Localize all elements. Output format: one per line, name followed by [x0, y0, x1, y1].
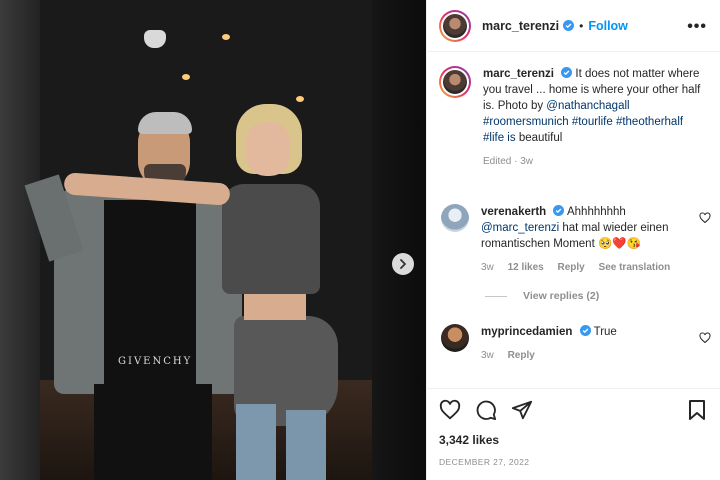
comment-mention[interactable]: @marc_terenzi — [481, 222, 559, 234]
door-frame — [372, 0, 426, 480]
woman-top — [222, 184, 320, 294]
heart-icon[interactable] — [439, 399, 461, 421]
wall — [0, 0, 40, 480]
comment-icon[interactable] — [475, 399, 497, 421]
post-header: marc_terenzi • Follow ••• — [427, 0, 720, 52]
verified-badge-icon — [563, 20, 575, 31]
caption-mention[interactable]: @nathanchagall — [546, 100, 629, 112]
avatar[interactable] — [441, 204, 469, 232]
verified-badge-icon — [579, 325, 591, 336]
caption-username[interactable]: marc_terenzi — [483, 68, 554, 80]
likes-count[interactable]: 3,342 likes — [439, 433, 499, 447]
caption: marc_terenzi It does not matter where yo… — [439, 66, 703, 170]
avatar[interactable] — [439, 9, 471, 42]
comment: verenakerth Ahhhhhhhh @marc_terenzi hat … — [439, 204, 701, 276]
bookmark-icon[interactable] — [687, 399, 707, 421]
post-date: DECEMBER 27, 2022 — [439, 457, 530, 467]
action-icons — [439, 399, 547, 421]
post-photo[interactable]: GIVENCHY — [0, 0, 426, 480]
chevron-right-icon — [400, 259, 406, 269]
ceiling-light — [222, 34, 230, 40]
comment-time: 3w — [481, 350, 494, 361]
header-username[interactable]: marc_terenzi — [482, 19, 559, 33]
share-icon[interactable] — [511, 399, 533, 421]
follow-button[interactable]: Follow — [588, 19, 628, 33]
heart-icon[interactable] — [699, 332, 711, 344]
comment-time: 3w — [481, 262, 494, 273]
comment-meta: 3w Reply — [481, 348, 701, 364]
view-replies-button[interactable]: View replies (2) — [485, 290, 599, 302]
man-hair — [138, 112, 192, 134]
reply-button[interactable]: Reply — [508, 350, 535, 361]
replies-divider — [485, 295, 507, 297]
comment-meta: 3w 12 likes Reply See translation — [481, 260, 701, 276]
comment-text: True — [593, 326, 617, 338]
next-photo-button[interactable] — [392, 253, 414, 275]
verified-badge-icon — [553, 205, 565, 216]
woman-face — [246, 122, 290, 176]
caption-text-end: beautiful — [518, 132, 563, 144]
woman-leg — [286, 410, 326, 480]
verified-badge-icon — [561, 67, 573, 78]
heart-icon[interactable] — [699, 212, 711, 224]
caption-meta: Edited · 3w — [483, 156, 534, 167]
separator-dot: • — [579, 18, 584, 33]
caption-hashtags[interactable]: #roomersmunich #tourlife #theotherhalf #… — [483, 116, 683, 144]
comments-list[interactable]: marc_terenzi It does not matter where yo… — [427, 52, 720, 388]
post-side-panel: marc_terenzi • Follow ••• marc_terenzi I… — [426, 0, 720, 480]
avatar[interactable] — [441, 324, 469, 352]
more-options-button[interactable]: ••• — [687, 18, 707, 36]
ceiling-light — [182, 74, 190, 80]
see-translation-button[interactable]: See translation — [599, 262, 671, 273]
reply-button[interactable]: Reply — [558, 262, 585, 273]
man-pants — [94, 384, 212, 480]
woman-leg — [236, 404, 276, 480]
avatar[interactable] — [439, 66, 471, 98]
view-replies-label: View replies (2) — [523, 290, 600, 302]
comment-username[interactable]: verenakerth — [481, 206, 546, 218]
woman-waist — [244, 292, 306, 320]
comment-username[interactable]: myprincedamien — [481, 326, 572, 338]
ceiling-lamp — [144, 30, 166, 48]
post-actions: 3,342 likes DECEMBER 27, 2022 — [427, 388, 720, 480]
ceiling-light — [296, 96, 304, 102]
comment: myprincedamien True 3w Reply — [439, 324, 701, 364]
comment-text: Ahhhhhhhh — [566, 206, 626, 218]
shirt-print: GIVENCHY — [118, 356, 193, 367]
comment-likes[interactable]: 12 likes — [508, 262, 544, 273]
